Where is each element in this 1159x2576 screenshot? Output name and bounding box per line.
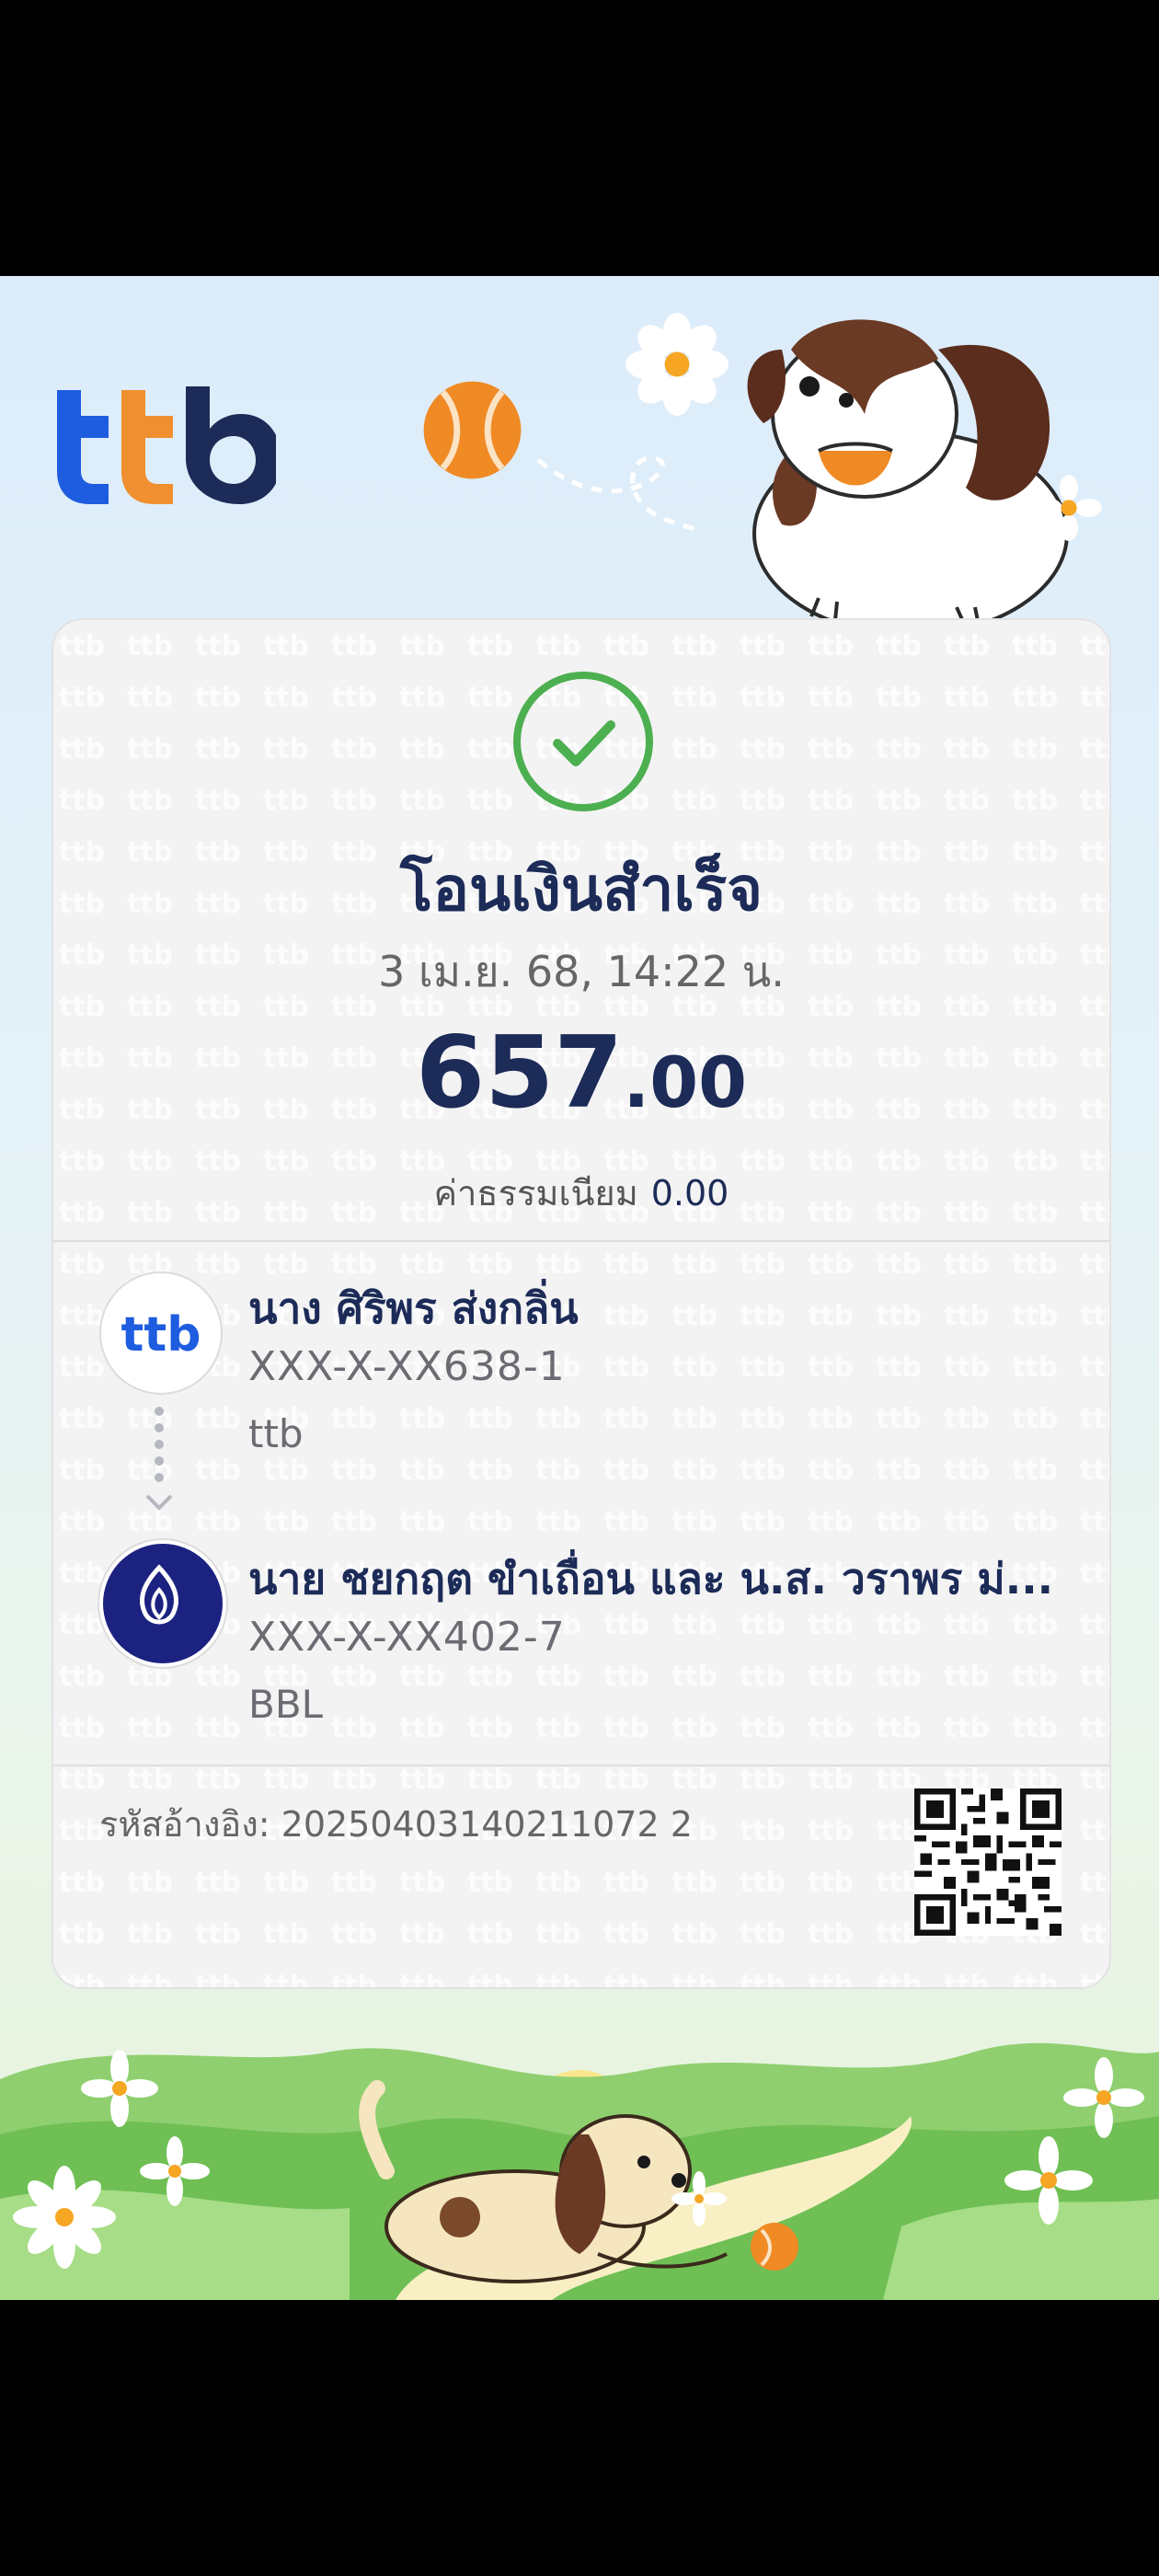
arrow-down-icon [145, 1407, 173, 1511]
fee-row: ค่าธรรมเนียม 0.00 [53, 1165, 1109, 1221]
sender-account: XXX-X-XX638-1 [248, 1343, 566, 1390]
receiver-name: นาย ชยกฤต ขำเถื่อน และ น.ส. วราพร ม่... [248, 1554, 1054, 1604]
bbl-logo-icon [140, 1564, 178, 1625]
amount-integer: 657 [415, 1016, 624, 1131]
tennis-ball [423, 381, 522, 479]
divider [53, 1765, 1109, 1766]
check-circle-icon [513, 672, 653, 811]
flower-icon [1036, 475, 1102, 541]
qr-code[interactable] [914, 1788, 1061, 1936]
sender-bank: ttb [248, 1411, 304, 1456]
reference-row: รหัสอ้างอิง: 20250403140211072 2 [99, 1796, 693, 1852]
ttb-logo [57, 386, 276, 504]
reference-value: 20250403140211072 2 [281, 1804, 693, 1845]
receiver-account: XXX-X-XX402-7 [248, 1614, 566, 1661]
sender-bank-logo: ttb [99, 1271, 223, 1395]
fee-value: 0.00 [650, 1173, 729, 1213]
ball-trail [536, 455, 695, 532]
sender-name: นาง ศิริพร ส่งกลิ่น [248, 1283, 579, 1333]
receiver-bank-logo [99, 1540, 226, 1667]
transaction-card: ttb โอนเงินสำเร็จ 3 เม.ย. 68, 14:22 น. 6… [52, 618, 1111, 1989]
status-title: โอนเงินสำเร็จ [399, 854, 763, 925]
divider [53, 1240, 1109, 1242]
transfer-amount: 657.00 [53, 1016, 1109, 1131]
flower-icon [625, 313, 729, 416]
amount-decimal: .00 [623, 1041, 748, 1123]
receiver-bank: BBL [248, 1682, 324, 1727]
reference-label: รหัสอ้างอิง: [99, 1804, 270, 1845]
transfer-slip: ttb โอนเงินสำเร็จ 3 เม.ย. 68, 14:22 น. 6… [0, 276, 1159, 2300]
ttb-logo-text: ttb [121, 1307, 201, 1363]
fee-label: ค่าธรรมเนียม [433, 1173, 638, 1213]
transaction-datetime: 3 เม.ย. 68, 14:22 น. [378, 947, 785, 996]
ttb-logo-small: ttb [121, 1307, 201, 1363]
landscape-illustration [0, 2042, 1159, 2300]
